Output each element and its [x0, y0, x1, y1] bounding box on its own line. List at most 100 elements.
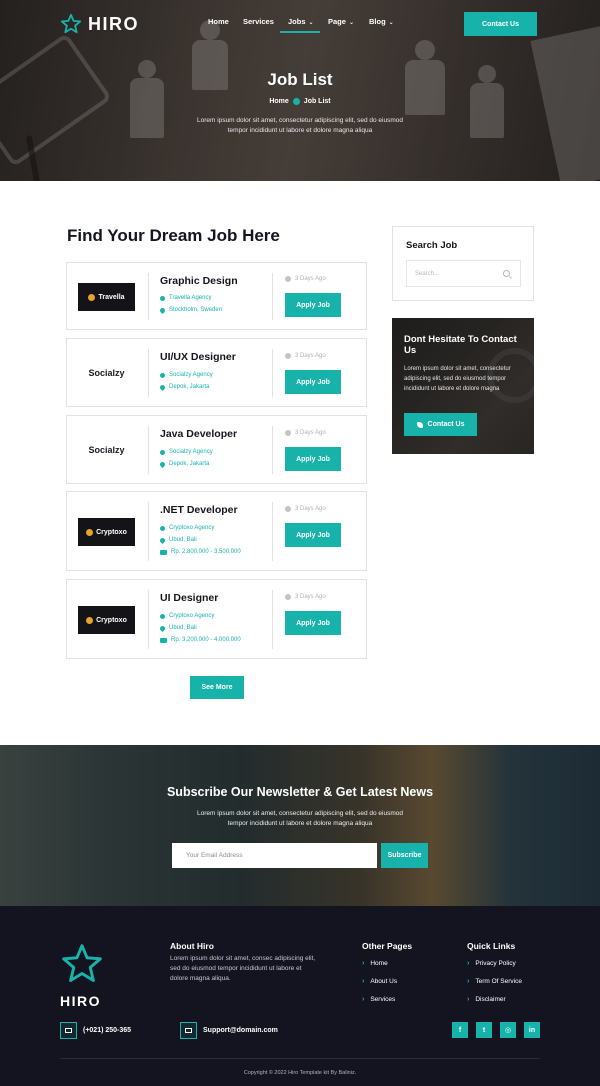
company-logo-text: Cryptoxo [96, 528, 127, 536]
location-text: Ubud, Bali [169, 537, 197, 543]
agency-text: Cryptoxo Agency [169, 525, 215, 531]
newsletter-title: Subscribe Our Newsletter & Get Latest Ne… [166, 785, 434, 799]
company-logo-text: Cryptoxo [96, 616, 127, 624]
chevron-right-icon: › [362, 996, 365, 1003]
search-widget-title: Search Job [406, 240, 458, 251]
apply-job-button[interactable]: Apply Job [285, 293, 341, 317]
job-agency: Socialzy Agency [160, 372, 213, 378]
chevron-down-icon: ⌄ [308, 20, 314, 26]
clock-icon [285, 276, 291, 282]
posted-text: 3 Days Ago [295, 506, 326, 512]
job-title[interactable]: Graphic Design [160, 275, 238, 287]
divider [272, 502, 273, 561]
footer-about-title: About Hiro [170, 941, 214, 951]
agency-text: Socialzy Agency [169, 449, 213, 455]
footer-email[interactable]: Support@domain.com [180, 1022, 278, 1039]
footer-link-disclaimer[interactable]: › Disclaimer [467, 996, 506, 1003]
page-title: Job List [267, 70, 333, 89]
job-title[interactable]: .NET Developer [160, 504, 238, 516]
contact-widget-title: Dont Hesitate To Contact Us [404, 334, 517, 356]
footer-quick-links-title: Quick Links [467, 941, 516, 951]
chevron-right-icon: › [362, 960, 365, 967]
location-text: Ubud, Bali [169, 625, 197, 631]
newsletter-section: Subscribe Our Newsletter & Get Latest Ne… [0, 745, 600, 906]
nav-item-home[interactable]: Home [208, 16, 229, 28]
company-logo: Cryptoxo [78, 518, 135, 546]
job-card: Travella Graphic Design Travella Agency … [66, 262, 367, 330]
apply-job-button[interactable]: Apply Job [285, 523, 341, 547]
linkedin-icon[interactable]: in [524, 1022, 540, 1038]
chevron-down-icon: ⌄ [388, 20, 394, 26]
job-title[interactable]: UI Designer [160, 592, 218, 604]
header-contact-button[interactable]: Contact Us [464, 12, 537, 36]
footer-link-label: Term Of Service [475, 978, 522, 985]
footer: HIRO [0, 906, 600, 1086]
posted-time: 3 Days Ago [285, 276, 326, 282]
job-salary: Rp. 2.800.000 - 3.500.000 [160, 549, 241, 555]
newsletter-description: Lorem ipsum dolor sit amet, consectetur … [197, 810, 403, 827]
search-placeholder: Search... [415, 270, 440, 277]
company-logo: Cryptoxo [78, 606, 135, 634]
copyright-text: Copyright © 2022 Hiro Template kit By Ba… [243, 1070, 357, 1076]
apply-job-button[interactable]: Apply Job [285, 611, 341, 635]
job-card: Cryptoxo UI Designer Cryptoxo Agency Ubu… [66, 579, 367, 659]
location-pin-icon [158, 624, 167, 632]
subscribe-button[interactable]: Subscribe [381, 843, 428, 868]
company-logo-mark-icon [86, 616, 94, 624]
posted-text: 3 Days Ago [295, 430, 326, 436]
posted-time: 3 Days Ago [285, 506, 326, 512]
chevron-right-icon: › [467, 960, 470, 967]
footer-link-services[interactable]: › Services [362, 996, 395, 1003]
location-text: Depok, Jakarta [169, 461, 210, 467]
newsletter-email-input[interactable]: Your Email Address [172, 843, 377, 868]
footer-link-label: Services [370, 996, 396, 1003]
job-card: Socialzy UI/UX Designer Socialzy Agency … [66, 338, 367, 407]
location-text: Depok, Jakarta [169, 384, 210, 390]
posted-time: 3 Days Ago [285, 594, 326, 600]
job-salary: Rp. 3.200.000 - 4.000.000 [160, 637, 241, 643]
apply-job-button[interactable]: Apply Job [285, 370, 341, 394]
footer-link-about[interactable]: › About Us [362, 978, 397, 985]
sidebar-contact-button[interactable]: Contact Us [404, 413, 477, 436]
job-card: Cryptoxo .NET Developer Cryptoxo Agency … [66, 491, 367, 571]
agency-text: Travella Agency [169, 295, 212, 301]
hero-banner: HIRO Home Services Jobs ⌄ Page ⌄ Blog ⌄ Con… [0, 0, 600, 181]
nav-item-page[interactable]: Page ⌄ [328, 16, 354, 29]
nav-item-services[interactable]: Services [243, 16, 274, 28]
job-title[interactable]: UI/UX Designer [160, 351, 236, 363]
nav-item-blog[interactable]: Blog ⌄ [369, 16, 394, 29]
section-title: Find Your Dream Job Here [67, 226, 280, 245]
divider [148, 590, 149, 649]
social-links: f t ◎ in [452, 1022, 540, 1038]
footer-link-terms[interactable]: › Term Of Service [467, 978, 522, 985]
nav-label: Page [328, 17, 346, 26]
instagram-icon[interactable]: ◎ [500, 1022, 516, 1038]
apply-job-button[interactable]: Apply Job [285, 447, 341, 471]
search-input[interactable]: Search... [406, 260, 521, 287]
star-logo-icon [62, 944, 102, 982]
nav-item-jobs[interactable]: Jobs ⌄ [288, 16, 314, 29]
verified-icon [160, 525, 165, 531]
footer-link-home[interactable]: › Home [362, 960, 388, 967]
divider [148, 426, 149, 474]
nav-label: Blog [369, 17, 386, 26]
phone-text: (+021) 250-365 [83, 1027, 132, 1034]
footer-about-text: Lorem ipsum dolor sit amet, consec adipi… [170, 955, 316, 982]
divider [272, 273, 273, 320]
footer-brand-logo[interactable]: HIRO [60, 942, 106, 1009]
search-icon[interactable] [503, 270, 510, 277]
job-agency: Cryptoxo Agency [160, 525, 214, 531]
job-location: Stockholm, Sweden [158, 306, 222, 314]
footer-link-label: Privacy Policy [475, 960, 516, 967]
breadcrumb-home[interactable]: Home [269, 98, 288, 105]
money-icon [160, 549, 167, 555]
job-title[interactable]: Java Developer [160, 428, 237, 440]
chevron-right-icon: › [467, 978, 470, 985]
footer-link-privacy[interactable]: › Privacy Policy [467, 960, 516, 967]
twitter-icon[interactable]: t [476, 1022, 492, 1038]
divider [148, 273, 149, 320]
job-agency: Cryptoxo Agency [160, 613, 214, 619]
see-more-button[interactable]: See More [190, 676, 244, 699]
footer-phone[interactable]: (+021) 250-365 [60, 1022, 131, 1039]
facebook-icon[interactable]: f [452, 1022, 468, 1038]
